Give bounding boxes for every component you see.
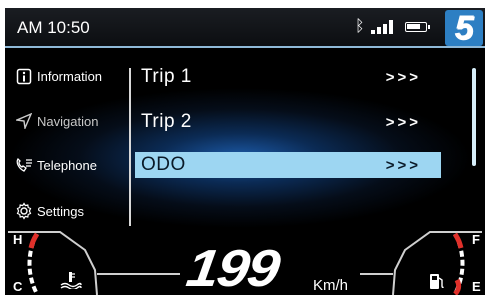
temp-low-label: C xyxy=(13,279,23,294)
side-item-information[interactable]: Information xyxy=(15,67,102,85)
fuel-empty-label: E xyxy=(472,279,481,294)
fuel-pump-icon xyxy=(429,272,445,295)
gear-icon xyxy=(15,202,33,220)
info-icon xyxy=(15,67,33,85)
side-item-label: Navigation xyxy=(37,113,99,129)
dashboard-screen: AM 10:50 ᛒ 5 Information Navigation Tele… xyxy=(5,8,485,295)
status-bar: AM 10:50 ᛒ 5 xyxy=(5,8,485,48)
gauge-bar: H C 199 Km/h F E xyxy=(5,230,485,295)
navigation-icon xyxy=(15,112,33,130)
side-item-label: Settings xyxy=(37,203,84,219)
temp-high-label: H xyxy=(13,232,23,247)
phone-icon xyxy=(15,156,33,174)
scrollbar[interactable] xyxy=(472,68,476,166)
bluetooth-icon: ᛒ xyxy=(355,18,365,35)
coolant-temp-icon xyxy=(60,271,82,294)
status-icons: ᛒ xyxy=(355,18,430,35)
chevron-right-icon: >>> xyxy=(385,68,421,86)
chevron-right-icon: >>> xyxy=(385,113,421,131)
fuel-full-label: F xyxy=(472,232,480,247)
side-menu: Information Navigation Telephone Setting… xyxy=(5,53,131,233)
menu-row-trip-2[interactable]: Trip 2 >>> xyxy=(135,109,441,135)
side-item-settings[interactable]: Settings xyxy=(15,202,84,220)
chevron-right-icon: >>> xyxy=(385,156,421,174)
menu-row-label: ODO xyxy=(141,154,186,175)
speed-readout: 199 xyxy=(182,239,282,295)
clock-time: AM 10:50 xyxy=(17,18,90,37)
battery-icon xyxy=(404,22,430,32)
menu-row-odo[interactable]: ODO >>> xyxy=(135,152,441,178)
gear-indicator: 5 xyxy=(445,9,483,47)
menu-row-label: Trip 1 xyxy=(141,66,192,87)
signal-icon xyxy=(370,20,395,34)
side-item-label: Telephone xyxy=(37,157,97,173)
menu-row-label: Trip 2 xyxy=(141,111,192,132)
side-item-label: Information xyxy=(37,68,103,84)
menu-divider xyxy=(129,68,131,226)
speed-unit: Km/h xyxy=(313,277,349,294)
side-item-navigation[interactable]: Navigation xyxy=(15,112,98,130)
side-item-telephone[interactable]: Telephone xyxy=(15,156,97,174)
menu-row-trip-1[interactable]: Trip 1 >>> xyxy=(135,64,441,90)
